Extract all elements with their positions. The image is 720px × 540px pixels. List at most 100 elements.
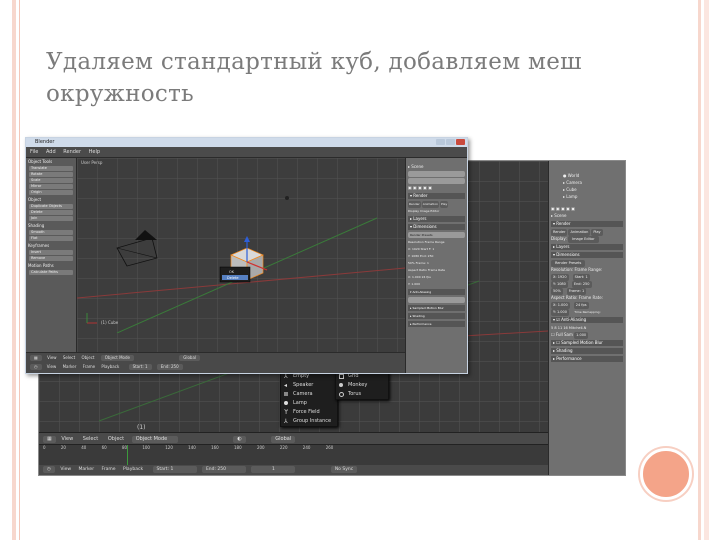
front-render-button[interactable]: Render xyxy=(408,201,421,208)
back-shading-button[interactable]: ◐ xyxy=(233,436,246,443)
back-menu-object[interactable]: Object xyxy=(108,436,124,442)
add-menu-item-force-field[interactable]: ϒ Force Field xyxy=(281,408,337,417)
mesh-item-torus[interactable]: Torus xyxy=(336,390,388,399)
front-object-mode-select[interactable]: Object Mode xyxy=(100,355,134,361)
front-menu-view[interactable]: View xyxy=(47,355,57,360)
front-aspect-x-row[interactable]: X: 1.000 24 fps xyxy=(408,274,465,280)
back-anti-aliasing-header[interactable]: ▾ ☑ Anti-Aliasing xyxy=(551,317,623,323)
front-aspect-y-row[interactable]: Y: 1.000 xyxy=(408,281,465,287)
back-layers-header[interactable]: ▸ Layers xyxy=(551,244,623,250)
front-menu-render[interactable]: Render xyxy=(63,149,81,155)
back-render-presets[interactable]: Render Presets xyxy=(551,260,623,267)
front-tl-end[interactable]: End: 250 xyxy=(156,364,183,370)
back-display-select[interactable]: Image Editor xyxy=(568,236,599,243)
back-props-tabs[interactable]: ▣ ▣ ▣ ▣ ▣ xyxy=(551,206,623,212)
front-animation-button[interactable]: Animation xyxy=(421,201,439,208)
maximize-button[interactable] xyxy=(446,139,455,145)
back-aspect-y-row[interactable]: Y: 1.000 Time Remapping: xyxy=(551,309,623,316)
front-tl-view[interactable]: View xyxy=(47,364,57,369)
tool-mirror[interactable]: Mirror xyxy=(29,184,73,189)
front-tl-playback[interactable]: Playback xyxy=(101,364,119,369)
front-timeline-editor-button[interactable]: ◷ xyxy=(30,364,42,370)
front-display-row[interactable]: Display Image Editor xyxy=(408,208,465,214)
back-full-sample-row[interactable]: ☐ Full Sam 1.000 xyxy=(551,332,623,339)
back-aspect-x-row[interactable]: X: 1.000 24 fps xyxy=(551,302,623,309)
front-outliner-top[interactable]: ▸ Scene xyxy=(408,164,465,170)
front-global-select[interactable]: Global xyxy=(179,355,201,361)
front-tl-frame[interactable]: Frame xyxy=(83,364,95,369)
back-tl-playback[interactable]: Playback xyxy=(123,467,143,472)
back-menu-select[interactable]: Select xyxy=(83,436,98,442)
front-3d-viewport[interactable]: User Persp OK Delete (1) Cube xyxy=(77,158,405,353)
front-performance-header[interactable]: ▸ Performance xyxy=(408,321,465,327)
back-shading-header[interactable]: ▸ Shading xyxy=(551,348,623,354)
tool-calculate-paths[interactable]: Calculate Paths xyxy=(29,270,73,275)
front-dimensions-header[interactable]: ▾ Dimensions xyxy=(408,224,465,230)
front-play-button[interactable]: Play xyxy=(439,201,449,208)
front-menu-file[interactable]: File xyxy=(30,149,38,155)
front-tl-start[interactable]: Start: 1 xyxy=(128,364,152,370)
mesh-item-monkey[interactable]: Monkey xyxy=(336,381,388,390)
tool-origin[interactable]: Origin xyxy=(29,190,73,195)
minimize-button[interactable] xyxy=(436,139,445,145)
back-global-select[interactable]: Global xyxy=(271,436,296,443)
tool-remove[interactable]: Remove xyxy=(29,256,73,261)
back-playhead[interactable] xyxy=(127,445,128,465)
back-performance-header[interactable]: ▸ Performance xyxy=(551,356,623,362)
front-outliner-field-2[interactable] xyxy=(408,178,465,184)
front-menu-help[interactable]: Help xyxy=(89,149,100,155)
back-timeline-editor-button[interactable]: ◷ xyxy=(43,466,55,473)
front-res-y-row[interactable]: Y: 1080 End: 250 xyxy=(408,253,465,259)
back-dimensions-header[interactable]: ▾ Dimensions xyxy=(551,252,623,258)
back-percent-row[interactable]: 50% Frame: 1 xyxy=(551,288,623,295)
back-object-mode-select[interactable]: Object Mode xyxy=(131,436,178,443)
back-outliner-world[interactable]: ● World xyxy=(551,173,623,179)
back-outliner-lamp[interactable]: ▸ Lamp xyxy=(551,194,623,200)
front-aa-field[interactable] xyxy=(408,297,465,303)
tool-scale[interactable]: Scale xyxy=(29,178,73,183)
front-motion-blur-header[interactable]: ▸ Sampled Motion Blur xyxy=(408,305,465,311)
front-render-header[interactable]: ▾ Render xyxy=(408,193,465,199)
back-timeline[interactable]: 0 20 40 60 80 100 120 140 160 180 200 22… xyxy=(39,444,548,465)
tool-delete[interactable]: Delete xyxy=(29,210,73,215)
front-shading-header[interactable]: ▸ Shading xyxy=(408,313,465,319)
front-props-tabs[interactable]: ▣ ▣ ▣ ▣ ▣ xyxy=(408,185,465,191)
tool-insert[interactable]: Insert xyxy=(29,250,73,255)
back-render-button[interactable]: Render xyxy=(551,229,568,236)
add-menu-item-lamp[interactable]: Lamp xyxy=(281,399,337,408)
front-layers-header[interactable]: ▸ Layers xyxy=(408,216,465,222)
add-menu-item-group-instance[interactable]: ⅄ Group Instance xyxy=(281,417,337,426)
front-render-presets[interactable]: Render Presets xyxy=(408,232,465,238)
back-tl-end[interactable]: End: 250 xyxy=(201,466,246,473)
back-editor-type-button[interactable]: ▦ xyxy=(43,436,56,443)
back-res-x-row[interactable]: X: 1920 Start: 1 xyxy=(551,274,623,281)
back-tl-sync[interactable]: No Sync xyxy=(330,466,358,473)
back-tl-frame[interactable]: Frame xyxy=(102,467,116,472)
back-tl-current[interactable]: 1 xyxy=(251,466,296,473)
add-menu-item-camera[interactable]: Camera xyxy=(281,390,337,399)
back-menu-view[interactable]: View xyxy=(61,436,73,442)
back-render-header[interactable]: ▾ Render xyxy=(551,221,623,227)
back-outliner-cube[interactable]: ▸ Cube xyxy=(551,187,623,193)
front-menu-object[interactable]: Object xyxy=(81,355,94,360)
front-outliner-field-1[interactable] xyxy=(408,171,465,177)
back-outliner-camera[interactable]: ▸ Camera xyxy=(551,180,623,186)
back-aa-row[interactable]: 5 8 11 16 Mitchell-N xyxy=(551,325,623,331)
tool-flat[interactable]: Flat xyxy=(29,236,73,241)
back-tl-marker[interactable]: Marker xyxy=(79,467,95,472)
front-tl-marker[interactable]: Marker xyxy=(63,364,77,369)
back-animation-button[interactable]: Animation xyxy=(568,229,591,236)
tool-duplicate[interactable]: Duplicate Objects xyxy=(29,204,73,209)
tool-smooth[interactable]: Smooth xyxy=(29,230,73,235)
front-menu-add[interactable]: Add xyxy=(46,149,56,155)
front-percent-row[interactable]: 50% Frame: 1 xyxy=(408,260,465,266)
back-play-button[interactable]: Play xyxy=(591,229,603,236)
tool-translate[interactable]: Translate xyxy=(29,166,73,171)
back-tl-start[interactable]: Start: 1 xyxy=(152,466,197,473)
front-res-x-row[interactable]: X: 1920 Start F: 1 xyxy=(408,246,465,252)
back-res-y-row[interactable]: Y: 1080 End: 250 xyxy=(551,281,623,288)
front-anti-aliasing-header[interactable]: ▾ Anti-Aliasing xyxy=(408,289,465,295)
front-editor-type-button[interactable]: ▦ xyxy=(30,355,42,361)
tool-rotate[interactable]: Rotate xyxy=(29,172,73,177)
tool-join[interactable]: Join xyxy=(29,216,73,221)
